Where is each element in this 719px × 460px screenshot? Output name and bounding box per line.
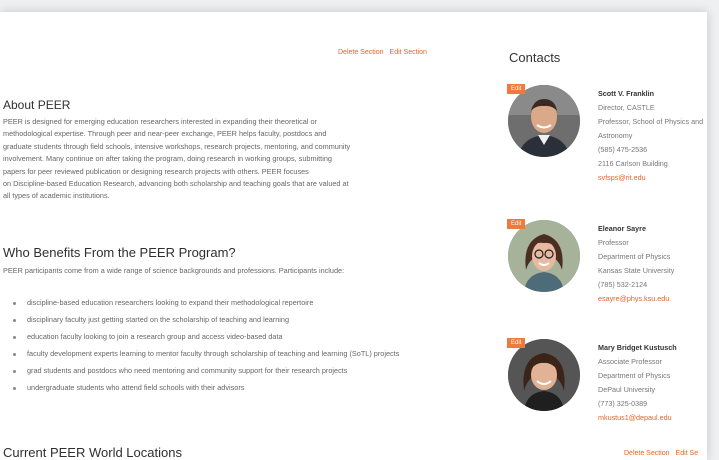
avatar (508, 220, 580, 292)
about-line: graduate students through field schools,… (3, 141, 351, 151)
contact-detail: 2116 Carlson Building (598, 159, 668, 168)
contact-detail: Department of Physics (598, 371, 671, 380)
contact-info: Mary Bridget Kustusch Associate Professo… (598, 341, 677, 425)
delete-section-link[interactable]: Delete Section (338, 49, 384, 56)
list-item: undergraduate students who attend field … (3, 382, 455, 394)
edit-contact-button[interactable]: Edit (507, 338, 526, 348)
who-benefits-heading: Who Benefits From the PEER Program? (3, 245, 236, 260)
contact-detail: Department of Physics (598, 252, 671, 261)
about-line: all types of academic institutions. (3, 191, 110, 201)
contact-detail: Associate Professor (598, 357, 662, 366)
contact-phone: (585) 475-2536 (598, 145, 648, 154)
contact-name: Eleanor Sayre (598, 224, 646, 233)
contact-info: Scott V. Franklin Director, CASTLE Profe… (598, 87, 703, 185)
section-actions: Delete Section Edit Section (338, 49, 427, 56)
list-item: faculty development experts learning to … (3, 348, 455, 360)
avatar (508, 85, 580, 157)
contact-detail: Director, CASTLE (598, 103, 655, 112)
contact-detail: Kansas State University (598, 266, 675, 275)
contacts-heading: Contacts (509, 50, 561, 65)
about-paragraph: PEER is designed for emerging education … (3, 116, 455, 203)
contact-detail: Astronomy (598, 131, 633, 140)
contact-name: Scott V. Franklin (598, 89, 655, 98)
contact-phone: (785) 532-2124 (598, 280, 648, 289)
section-actions: Delete Section Edit Se (624, 450, 698, 457)
about-line: involvement. Many continue on after taki… (3, 154, 332, 164)
list-item: disciplinary faculty just getting starte… (3, 314, 455, 326)
contact-detail: DePaul University (598, 385, 656, 394)
contact-detail: Professor (598, 238, 629, 247)
contact-email-link[interactable]: svfsps@rit.edu (598, 171, 703, 185)
about-line: papers for peer reviewed publication or … (3, 166, 309, 176)
locations-heading: Current PEER World Locations (3, 445, 182, 460)
list-item: discipline-based education researchers l… (3, 297, 455, 309)
edit-contact-button[interactable]: Edit (507, 219, 526, 229)
edit-section-link[interactable]: Edit Section (390, 49, 427, 56)
who-benefits-intro: PEER participants come from a wide range… (3, 266, 345, 275)
page: Delete Section Edit Section About PEER PE… (0, 12, 707, 460)
edit-contact-button[interactable]: Edit (507, 84, 526, 94)
delete-section-link[interactable]: Delete Section (624, 450, 670, 457)
about-line: on Discipline-based Education Research, … (3, 179, 349, 189)
contact-info: Eleanor Sayre Professor Department of Ph… (598, 222, 674, 306)
about-line: PEER is designed for emerging education … (3, 117, 317, 126)
avatar (508, 339, 580, 411)
about-line: methodological expertise. Through peer a… (3, 129, 327, 139)
about-heading: About PEER (3, 98, 71, 112)
contact-email-link[interactable]: mkustus1@depaul.edu (598, 411, 677, 425)
contact-name: Mary Bridget Kustusch (598, 343, 677, 352)
contact-detail: Professor, School of Physics and (598, 117, 704, 126)
list-item: grad students and postdocs who need ment… (3, 365, 455, 377)
contact-phone: (773) 325-0389 (598, 399, 648, 408)
list-item: education faculty looking to join a rese… (3, 331, 455, 343)
edit-section-link[interactable]: Edit Se (676, 450, 699, 457)
contact-email-link[interactable]: esayre@phys.ksu.edu (598, 292, 674, 306)
benefits-list: discipline-based education researchers l… (3, 297, 455, 399)
